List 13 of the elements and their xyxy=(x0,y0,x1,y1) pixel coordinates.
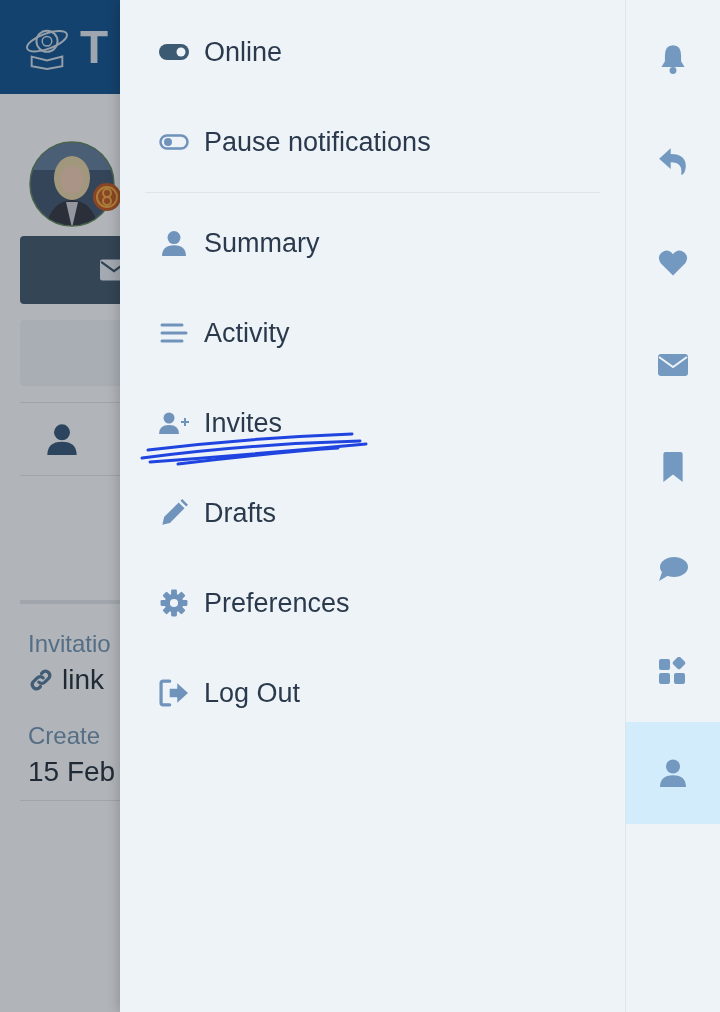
created-date: 15 Feb xyxy=(28,756,116,788)
menu-item[interactable]: Summary xyxy=(145,198,600,288)
created-label: Create xyxy=(28,722,101,750)
logo-text: T xyxy=(80,20,108,74)
invitation-link[interactable]: link xyxy=(62,664,104,696)
status-menu-item[interactable]: Online xyxy=(145,7,600,97)
menu-item[interactable]: Preferences xyxy=(145,558,600,648)
menu-item[interactable]: Invites xyxy=(145,378,600,468)
invitation-label: Invitatio xyxy=(28,630,111,658)
menu-item[interactable]: Activity xyxy=(145,288,600,378)
menu-item[interactable]: Drafts xyxy=(145,468,600,558)
status-menu-item[interactable]: Pause notifications xyxy=(145,97,600,187)
menu-item[interactable]: Log Out xyxy=(145,648,600,738)
